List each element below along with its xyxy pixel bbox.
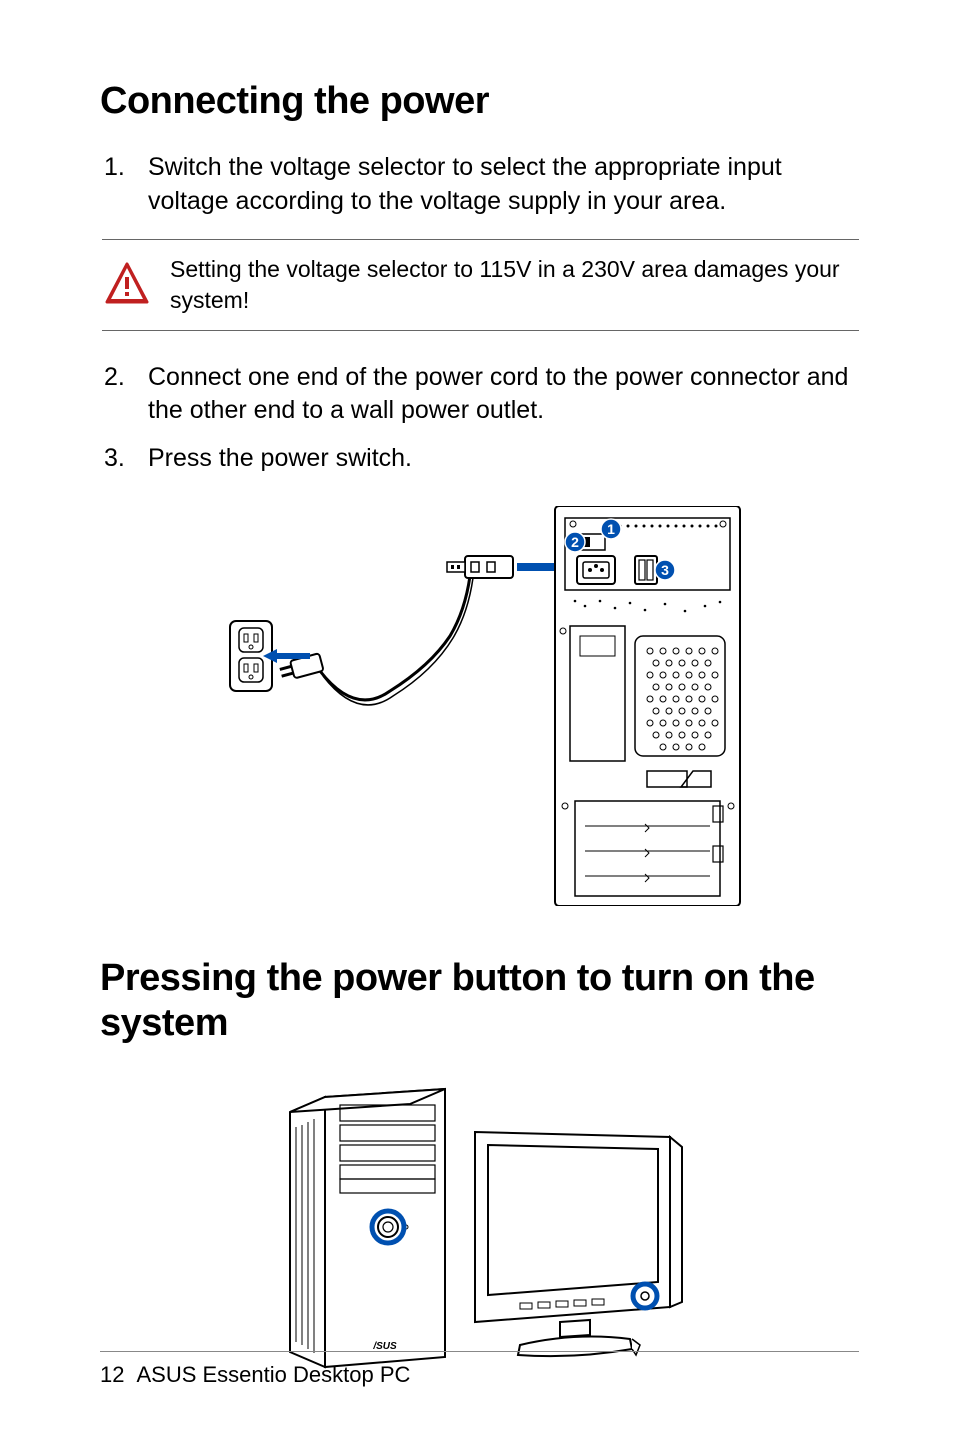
list-text: Switch the voltage selector to select th…: [148, 151, 859, 219]
caution-icon: [102, 260, 152, 310]
list-number: 2.: [100, 361, 148, 429]
list-text: Press the power switch.: [148, 442, 859, 476]
heading-connecting-power: Connecting the power: [100, 80, 859, 123]
svg-text:2: 2: [571, 534, 579, 550]
heading-pressing-power-button: Pressing the power button to turn on the…: [100, 956, 859, 1047]
svg-text:1: 1: [607, 521, 615, 537]
figure-power-button: /SUS: [100, 1077, 859, 1377]
list-number: 3.: [100, 442, 148, 476]
list-item-1: 1. Switch the voltage selector to select…: [100, 151, 859, 219]
list-text: Connect one end of the power cord to the…: [148, 361, 859, 429]
list-item-3: 3. Press the power switch.: [100, 442, 859, 476]
page-footer: 12 ASUS Essentio Desktop PC: [100, 1351, 859, 1388]
svg-text:3: 3: [661, 562, 669, 578]
caution-text: Setting the voltage selector to 115V in …: [170, 248, 859, 322]
product-name: ASUS Essentio Desktop PC: [136, 1362, 410, 1388]
caution-box: Setting the voltage selector to 115V in …: [102, 239, 859, 331]
ordered-list-2: 2. Connect one end of the power cord to …: [100, 361, 859, 476]
list-number: 1.: [100, 151, 148, 219]
page-number: 12: [100, 1362, 124, 1388]
figure-power-connection: 1 2 3: [100, 506, 859, 906]
ordered-list-1: 1. Switch the voltage selector to select…: [100, 151, 859, 219]
list-item-2: 2. Connect one end of the power cord to …: [100, 361, 859, 429]
